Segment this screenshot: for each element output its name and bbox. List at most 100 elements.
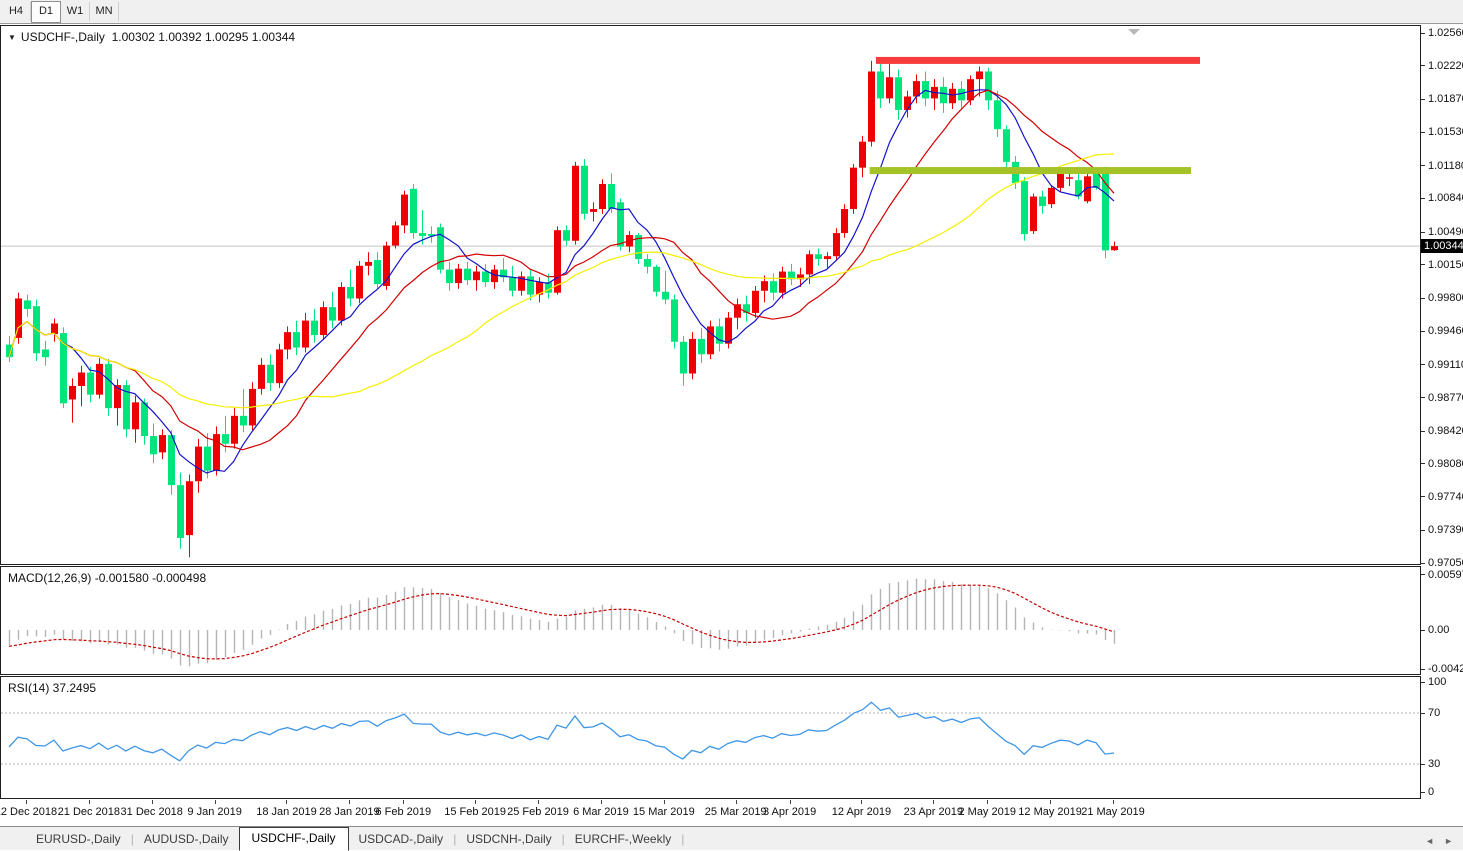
date-tick-mark (403, 800, 404, 804)
timeframe-button-w1[interactable]: W1 (61, 2, 90, 21)
timeframe-button-mn[interactable]: MN (90, 2, 119, 21)
macd-tick-mark (1421, 574, 1425, 575)
date-tick-mark (933, 800, 934, 804)
price-tick-label: 0.97740 (1428, 491, 1463, 503)
macd-tick-label: 0.00597 (1428, 569, 1463, 581)
price-tick-label: 0.98770 (1428, 392, 1463, 404)
tab-usdcad-daily[interactable]: USDCAD-,Daily (349, 829, 454, 850)
tab-usdchf-daily[interactable]: USDCHF-,Daily (239, 827, 349, 851)
tab-eurchf-weekly[interactable]: EURCHF-,Weekly (565, 829, 681, 850)
rsi-tick-label: 100 (1428, 676, 1446, 688)
macd-tick-label: 0.00 (1428, 624, 1449, 636)
date-tick-label: 18 Jan 2019 (256, 806, 317, 818)
price-tick-label: 0.99800 (1428, 292, 1463, 304)
date-tick-label: 12 Apr 2019 (832, 806, 891, 818)
candlestick-chart[interactable] (1, 26, 1420, 564)
date-tick-mark (89, 800, 90, 804)
date-tick-mark (152, 800, 153, 804)
price-tick-label: 0.99110 (1428, 359, 1463, 371)
price-tick-mark (1421, 431, 1425, 432)
price-tick-label: 0.97050 (1428, 557, 1463, 569)
date-tick-mark (987, 800, 988, 804)
date-tick-mark (861, 800, 862, 804)
date-tick-mark (286, 800, 287, 804)
price-tick-mark (1421, 33, 1425, 34)
macd-signal-line (9, 585, 1114, 659)
date-tick-mark (349, 800, 350, 804)
macd-tick-mark (1421, 630, 1425, 631)
macd-label: MACD(12,26,9) -0.001580 -0.000498 (8, 571, 206, 585)
date-tick-mark (215, 800, 216, 804)
date-tick-mark (538, 800, 539, 804)
rsi-label: RSI(14) 37.2495 (8, 681, 96, 695)
chart-title: ▼USDCHF-,Daily 1.00302 1.00392 1.00295 1… (8, 30, 295, 44)
moving-average-34 (9, 154, 1114, 408)
price-tick-label: 1.00150 (1428, 259, 1463, 271)
date-tick-label: 28 Jan 2019 (319, 806, 380, 818)
date-tick-label: 21 Dec 2018 (58, 806, 120, 818)
rsi-line (9, 702, 1114, 761)
rsi-tick-label: 30 (1428, 758, 1440, 770)
moving-average-14 (9, 90, 1114, 450)
price-tick-mark (1421, 364, 1425, 365)
rsi-tick-mark (1421, 682, 1425, 683)
tab-scroll-left-icon[interactable]: ◄ (1425, 836, 1434, 846)
date-tick-label: 23 Apr 2019 (904, 806, 963, 818)
tab-usdcnh-daily[interactable]: USDCNH-,Daily (456, 829, 561, 850)
candlestick-series (6, 59, 1118, 557)
tab-audusd-daily[interactable]: AUDUSD-,Daily (134, 829, 239, 850)
date-tick-label: 6 Feb 2019 (375, 806, 431, 818)
price-tick-mark (1421, 397, 1425, 398)
date-tick-label: 3 Apr 2019 (763, 806, 816, 818)
price-tick-label: 1.00490 (1428, 226, 1463, 238)
macd-tick-mark (1421, 669, 1425, 670)
tab-scroll-buttons: ◄► (1425, 836, 1463, 850)
chart-tab-bar: EURUSD-,Daily|AUDUSD-,DailyUSDCHF-,Daily… (0, 826, 1463, 850)
timeframe-button-h4[interactable]: H4 (2, 2, 31, 21)
macd-panel[interactable]: MACD(12,26,9) -0.001580 -0.000498 (0, 566, 1421, 675)
rsi-tick-mark (1421, 713, 1425, 714)
rsi-tick-mark (1421, 764, 1425, 765)
rsi-tick-mark (1421, 792, 1425, 793)
price-tick-label: 1.00840 (1428, 192, 1463, 204)
date-tick-label: 25 Feb 2019 (507, 806, 569, 818)
tab-scroll-right-icon[interactable]: ► (1444, 836, 1453, 846)
main-chart-panel[interactable]: ▼USDCHF-,Daily 1.00302 1.00392 1.00295 1… (0, 25, 1421, 565)
date-tick-label: 31 Dec 2018 (121, 806, 183, 818)
price-tick-mark (1421, 132, 1425, 133)
price-tick-mark (1421, 232, 1425, 233)
macd-tick-label: -0.004243 (1428, 663, 1463, 675)
date-axis[interactable]: 12 Dec 201821 Dec 201831 Dec 2018 9 Jan 2… (0, 800, 1421, 824)
date-tick-mark (664, 800, 665, 804)
date-tick-label: 12 May 2019 (1018, 806, 1082, 818)
rsi-tick-label: 70 (1428, 707, 1440, 719)
date-tick-mark (790, 800, 791, 804)
price-tick-label: 1.01180 (1428, 160, 1463, 172)
date-tick-mark (1050, 800, 1051, 804)
date-tick-label: 12 Dec 2018 (0, 806, 57, 818)
chart-dropdown-icon[interactable]: ▼ (8, 33, 16, 42)
price-tick-mark (1421, 264, 1425, 265)
price-tick-mark (1421, 99, 1425, 100)
date-tick-label: 2 May 2019 (958, 806, 1015, 818)
date-tick-mark (736, 800, 737, 804)
rsi-plot (1, 677, 1420, 798)
support-line[interactable] (870, 167, 1191, 174)
date-tick-label: 15 Mar 2019 (633, 806, 695, 818)
price-tick-mark (1421, 165, 1425, 166)
date-tick-label: 9 Jan 2019 (187, 806, 241, 818)
price-tick-label: 1.02220 (1428, 60, 1463, 72)
date-tick-label: 15 Feb 2019 (444, 806, 506, 818)
date-tick-label: 25 Mar 2019 (705, 806, 767, 818)
price-axis[interactable]: 1.025601.022201.018701.015301.011801.008… (1421, 0, 1463, 850)
tab-eurusd-daily[interactable]: EURUSD-,Daily (26, 829, 131, 850)
rsi-panel[interactable]: RSI(14) 37.2495 (0, 676, 1421, 799)
timeframe-button-d1[interactable]: D1 (31, 1, 61, 23)
price-tick-label: 0.98420 (1428, 425, 1463, 437)
date-tick-label: 21 May 2019 (1081, 806, 1145, 818)
price-tick-mark (1421, 331, 1425, 332)
price-tick-mark (1421, 530, 1425, 531)
resistance-line[interactable] (876, 57, 1200, 64)
current-price-badge: 1.00344 (1421, 239, 1463, 253)
moving-average-7 (9, 90, 1114, 473)
